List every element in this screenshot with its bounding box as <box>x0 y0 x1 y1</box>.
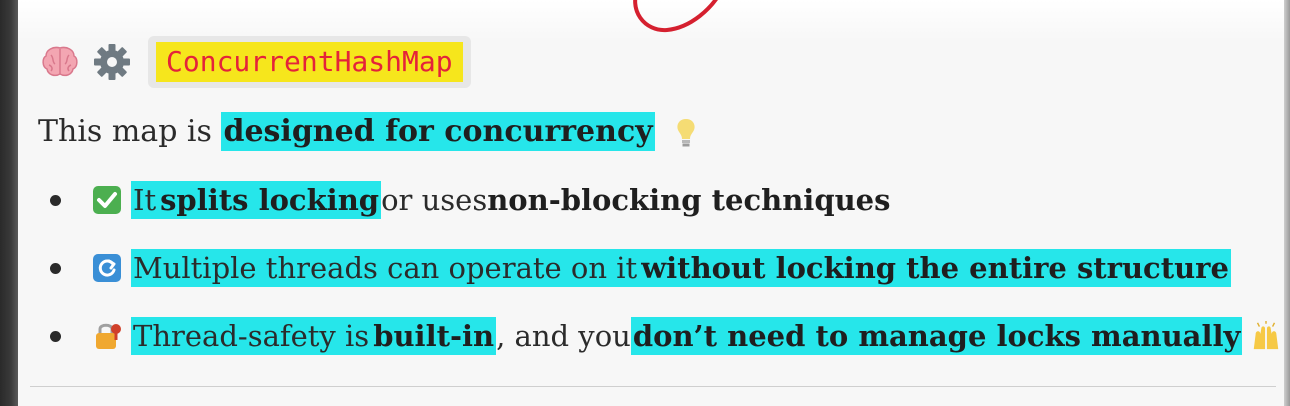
section-divider <box>30 386 1276 387</box>
list-item: It splits locking or uses non-blocking t… <box>50 174 1290 226</box>
refresh-icon <box>91 252 123 284</box>
bullet-1-highlight-a: splits locking <box>158 181 382 219</box>
bullet-1-text-a: It <box>131 181 159 219</box>
bullet-1-bold-b: non-blocking techniques <box>487 183 891 217</box>
page-title: ConcurrentHashMap <box>156 42 463 82</box>
bullet-3-highlight-b: don’t need to manage locks manually <box>630 317 1243 355</box>
bullet-3-text-b: , and you <box>496 319 631 353</box>
bullet-dot <box>50 194 61 206</box>
intro-line: This map is designed for concurrency <box>38 108 710 156</box>
bullet-1-text-b: or uses <box>381 183 488 217</box>
list-item: Thread-safety is built-in, and you don’t… <box>50 310 1290 362</box>
bullet-2-highlight-a: without locking the entire structure <box>639 249 1231 287</box>
bullet-2-text-a: Multiple threads can operate on it <box>131 249 640 287</box>
brain-icon <box>38 40 82 84</box>
gear-icon <box>90 40 134 84</box>
lock-with-key-icon <box>91 320 123 352</box>
bullet-dot <box>50 330 61 342</box>
annotation-scribble <box>633 0 718 33</box>
lightbulb-icon <box>670 117 702 149</box>
intro-prefix: This map is <box>38 114 222 149</box>
checkmark-icon <box>91 184 123 216</box>
bullet-dot <box>50 262 61 274</box>
title-code-box: ConcurrentHashMap <box>148 36 471 88</box>
video-frame-edge <box>0 0 18 406</box>
raised-hands-icon <box>1250 320 1282 352</box>
intro-highlight: designed for concurrency <box>221 112 655 151</box>
list-item: Multiple threads can operate on it witho… <box>50 242 1290 294</box>
bullet-3-highlight-a: built-in <box>371 317 497 355</box>
feature-list: It splits locking or uses non-blocking t… <box>50 174 1290 378</box>
section-heading: ConcurrentHashMap <box>38 36 471 88</box>
bullet-3-text-a: Thread-safety is <box>131 317 372 355</box>
